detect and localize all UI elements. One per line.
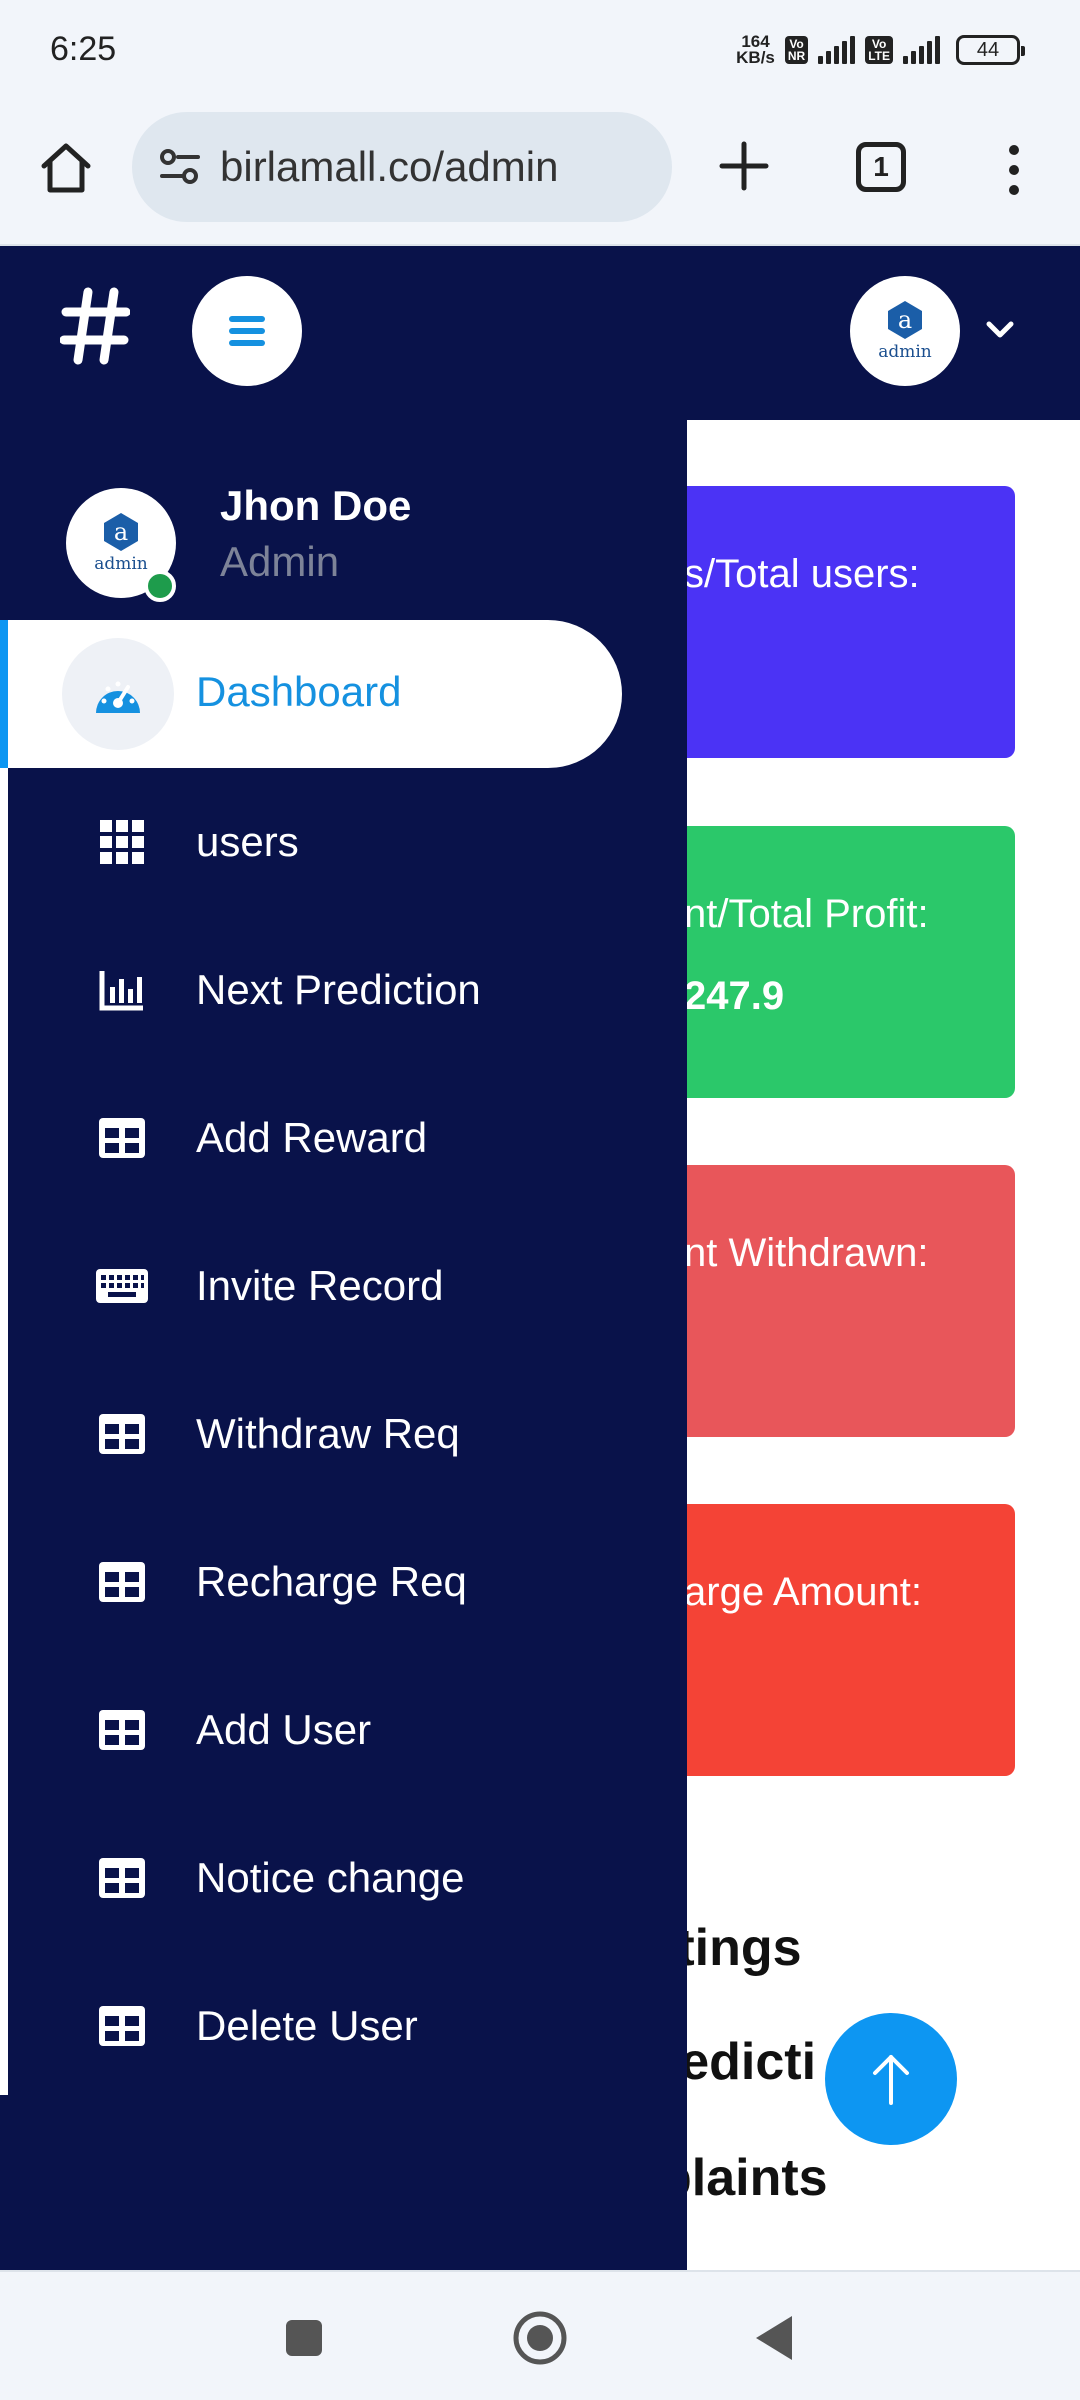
arrow-up-icon: [873, 2055, 909, 2105]
sidebar-item-withdraw-req[interactable]: Withdraw Req: [8, 1360, 622, 1508]
volte-nr-icon: Vo NR: [784, 36, 809, 64]
sidebar-item-label: Add Reward: [196, 1114, 428, 1161]
sidebar-item-label: Delete User: [196, 2002, 418, 2049]
sidebar-item-users[interactable]: users: [8, 768, 622, 916]
sidebar-item-next-prediction[interactable]: Next Prediction: [8, 916, 622, 1064]
sidebar-item-notice-change[interactable]: Notice change: [8, 1804, 622, 1952]
new-tab-icon[interactable]: [712, 134, 776, 198]
network-speed-unit: KB/s: [736, 48, 775, 67]
hamburger-icon: [229, 316, 265, 346]
dashboard-gauge-icon: [96, 681, 140, 713]
sidebar-item-add-reward[interactable]: Add Reward: [8, 1064, 622, 1212]
profile-avatar-label: admin: [94, 554, 148, 574]
profile-name: Jhon Doe: [220, 482, 412, 529]
header-avatar-label: admin: [878, 342, 932, 362]
grid-icon: [96, 816, 148, 868]
stat-card-label: arge Amount:: [684, 1570, 922, 1614]
volte-lte-bottom: LTE: [868, 49, 890, 63]
profile-role: Admin: [220, 538, 340, 585]
table-icon: [96, 1112, 148, 1164]
sidebar-item-label: Recharge Req: [196, 1558, 467, 1605]
keyboard-icon: [96, 1260, 148, 1312]
nav-rail: [0, 620, 8, 2095]
address-bar[interactable]: birlamall.co/admin: [132, 112, 672, 222]
sidebar-item-invite-record[interactable]: Invite Record: [8, 1212, 622, 1360]
network-speed: 164 KB/s: [736, 33, 775, 67]
admin-page: a admin s/Total users: nt/Total Profit: …: [0, 246, 1080, 2270]
recents-square-icon[interactable]: [276, 2310, 332, 2366]
stat-card-recharge[interactable]: arge Amount:: [660, 1504, 1015, 1776]
volte-lte-icon: Vo LTE: [865, 36, 893, 64]
home-icon[interactable]: [36, 138, 96, 198]
stat-card-label: nt Withdrawn:: [684, 1231, 929, 1275]
stat-card-profit[interactable]: nt/Total Profit: 247.9: [660, 826, 1015, 1098]
table-icon: [96, 1408, 148, 1460]
site-settings-icon[interactable]: [158, 147, 202, 187]
sidebar-item-label: Invite Record: [196, 1262, 444, 1309]
online-status-dot: [144, 570, 176, 602]
back-triangle-icon[interactable]: [748, 2310, 804, 2366]
sidebar-item-add-user[interactable]: Add User: [8, 1656, 622, 1804]
status-icons: 164 KB/s Vo NR Vo LTE 44: [736, 33, 1025, 67]
stat-card-value: 247.9: [684, 974, 785, 1018]
volte-nr-bottom: NR: [787, 49, 806, 63]
scroll-to-top-button[interactable]: [825, 2013, 957, 2145]
table-icon: [96, 1704, 148, 1756]
header-avatar[interactable]: a admin: [850, 276, 960, 386]
stat-card-label: nt/Total Profit:: [684, 892, 929, 936]
sidebar-item-label: Notice change: [196, 1854, 465, 1901]
menu-toggle-button[interactable]: [192, 276, 302, 386]
signal-icon-2: [903, 36, 940, 64]
stat-card-withdrawn[interactable]: nt Withdrawn:: [660, 1165, 1015, 1437]
table-icon: [96, 2000, 148, 2052]
sidebar-item-label: Add User: [196, 1706, 372, 1753]
chevron-down-icon[interactable]: [985, 318, 1015, 342]
sidebar: a admin Jhon Doe Admin Dashboard users N…: [0, 420, 687, 2270]
admin-logo-icon: a: [888, 301, 922, 339]
sidebar-item-dashboard[interactable]: Dashboard: [8, 620, 622, 768]
admin-logo-icon: a: [104, 513, 138, 551]
battery-level: 44: [976, 38, 1000, 61]
tab-switcher-button[interactable]: 1: [856, 142, 906, 192]
home-circle-icon[interactable]: [512, 2310, 568, 2366]
system-navigation-bar: [0, 2270, 1080, 2400]
table-icon: [96, 1852, 148, 1904]
sidebar-item-recharge-req[interactable]: Recharge Req: [8, 1508, 622, 1656]
dashboard-icon-wrap: [62, 638, 174, 750]
hash-logo-icon[interactable]: [60, 286, 130, 366]
battery-icon: 44: [956, 35, 1025, 65]
tab-count: 1: [873, 151, 889, 182]
svg-text:a: a: [114, 518, 128, 546]
status-bar: 6:25 164 KB/s Vo NR Vo LTE 44: [0, 0, 1080, 106]
signal-icon: [818, 36, 856, 64]
admin-header: a admin: [0, 246, 1080, 420]
status-time: 6:25: [50, 30, 117, 68]
url-text[interactable]: birlamall.co/admin: [220, 143, 558, 191]
sidebar-item-label: Dashboard: [196, 668, 402, 715]
sidebar-item-label: users: [196, 818, 299, 865]
browser-toolbar: birlamall.co/admin 1: [0, 106, 1080, 246]
svg-text:a: a: [898, 306, 912, 334]
stat-card-users[interactable]: s/Total users:: [660, 486, 1015, 758]
sidebar-item-label: Next Prediction: [196, 966, 481, 1013]
more-options-icon[interactable]: [996, 140, 1032, 200]
table-icon: [96, 1556, 148, 1608]
sidebar-item-label: Withdraw Req: [196, 1410, 460, 1457]
stat-card-label: s/Total users:: [684, 552, 920, 596]
bar-chart-icon: [96, 964, 148, 1016]
sidebar-item-delete-user[interactable]: Delete User: [8, 1952, 622, 2100]
nav-active-indicator: [0, 620, 8, 768]
